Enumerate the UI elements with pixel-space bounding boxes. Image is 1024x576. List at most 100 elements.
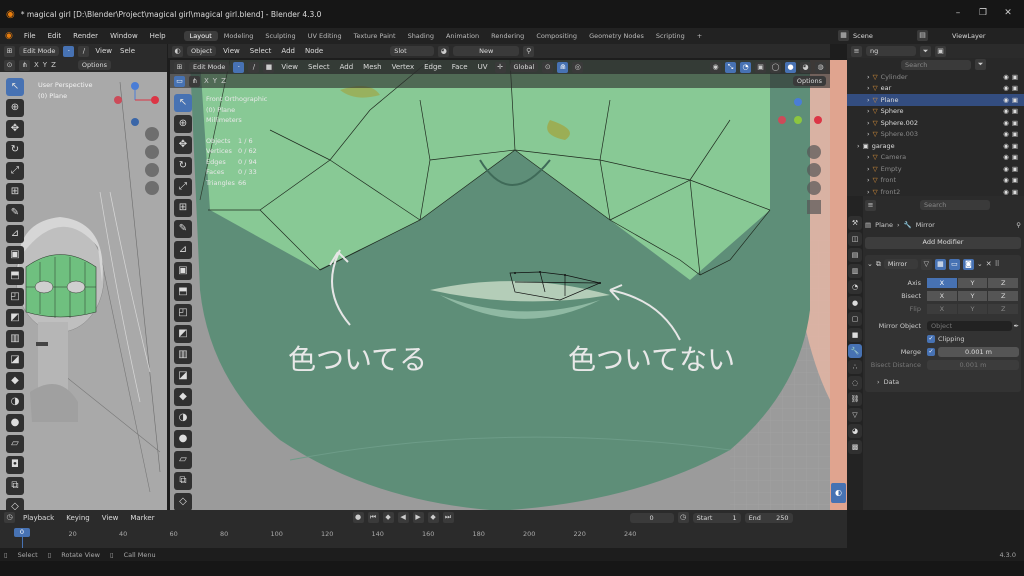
slot-dropdown[interactable]: Slot bbox=[390, 46, 435, 56]
outliner-row[interactable]: › ▽ Empty ◉ ▣ bbox=[847, 163, 1024, 175]
rip-tool-icon[interactable]: ◇ bbox=[174, 493, 192, 510]
axis-x-toggle[interactable]: X bbox=[927, 277, 957, 288]
add-workspace-button[interactable]: + bbox=[691, 31, 708, 41]
minimize-button[interactable]: – bbox=[952, 8, 964, 20]
left-spin-tool-icon[interactable]: ◑ bbox=[6, 393, 24, 411]
data-tab-icon[interactable]: ▽ bbox=[848, 408, 862, 422]
polybuild-tool-icon[interactable]: ◆ bbox=[174, 388, 192, 406]
inset-tool-icon[interactable]: ◰ bbox=[174, 304, 192, 322]
tab-texture-paint[interactable]: Texture Paint bbox=[348, 31, 402, 41]
render-camera-icon[interactable]: ▣ bbox=[1012, 176, 1024, 184]
xray-icon[interactable]: ▣ bbox=[755, 61, 766, 73]
left-shrink-tool-icon[interactable]: ◘ bbox=[6, 456, 24, 474]
gizmo-icon[interactable]: ⤡ bbox=[725, 61, 736, 73]
visibility-eye-icon[interactable]: ◉ bbox=[1003, 119, 1009, 127]
eyedropper-icon[interactable]: ✒ bbox=[1012, 322, 1019, 330]
smooth-tool-icon[interactable]: ● bbox=[174, 430, 192, 448]
edgeslide-tool-icon[interactable]: ▱ bbox=[174, 451, 192, 469]
pin-icon[interactable]: ⚲ bbox=[523, 45, 535, 57]
clipping-checkbox[interactable]: ✓ bbox=[927, 334, 935, 343]
visibility-eye-icon[interactable]: ◉ bbox=[1003, 84, 1009, 92]
left-shear-tool-icon[interactable]: ⧉ bbox=[6, 477, 24, 495]
view-layer-tab-icon[interactable]: ▥ bbox=[848, 264, 862, 278]
expand-chevron-icon[interactable]: › bbox=[867, 188, 870, 196]
main-viewport[interactable]: ⊞ Edit Mode · / ■ View Select Add Mesh V… bbox=[170, 60, 830, 510]
viewport-menu-mesh[interactable]: Mesh bbox=[360, 63, 384, 71]
rotate-tool-icon[interactable]: ↻ bbox=[174, 157, 192, 175]
start-frame-field[interactable]: Start 1 bbox=[692, 512, 741, 523]
outliner-filter-icon[interactable]: ⏷ bbox=[920, 45, 931, 57]
flip-z-toggle[interactable]: Z bbox=[988, 303, 1019, 314]
viewport-menu-vertex[interactable]: Vertex bbox=[389, 63, 418, 71]
left-select-menu[interactable]: Sele bbox=[118, 47, 137, 55]
outliner-type-icon[interactable]: ≡ bbox=[851, 45, 862, 57]
shading-material-icon[interactable]: ◕ bbox=[800, 61, 811, 73]
render-camera-icon[interactable]: ▣ bbox=[1012, 130, 1024, 138]
tab-rendering[interactable]: Rendering bbox=[485, 31, 530, 41]
edit-mode-toggle-icon[interactable]: ▽ bbox=[920, 258, 932, 270]
menu-edit[interactable]: Edit bbox=[42, 32, 68, 40]
outliner-filter-input[interactable]: ng bbox=[866, 46, 916, 56]
tool-tab-icon[interactable]: ⚒ bbox=[848, 216, 862, 230]
bevel-tool-icon[interactable]: ◩ bbox=[174, 325, 192, 343]
spin-tool-icon[interactable]: ◑ bbox=[174, 409, 192, 427]
playback-menu[interactable]: Playback bbox=[19, 514, 58, 522]
image-editor-strip[interactable]: ◐ bbox=[830, 60, 847, 510]
tab-sculpting[interactable]: Sculpting bbox=[259, 31, 301, 41]
data-subpanel-header[interactable]: › Data bbox=[867, 375, 1019, 388]
render-toggle-icon[interactable]: ◙ bbox=[962, 258, 974, 270]
visibility-eye-icon[interactable]: ◉ bbox=[1003, 130, 1009, 138]
expand-chevron-icon[interactable]: › bbox=[867, 73, 870, 81]
scene-tab-icon[interactable]: ◔ bbox=[848, 280, 862, 294]
visibility-eye-icon[interactable]: ◉ bbox=[1003, 96, 1009, 104]
tab-layout[interactable]: Layout bbox=[183, 31, 218, 41]
properties-pin-icon[interactable]: ⚲ bbox=[1016, 221, 1021, 229]
select-tool-icon[interactable]: ↖ bbox=[174, 94, 192, 112]
viewport-menu-uv[interactable]: UV bbox=[475, 63, 491, 71]
menu-render[interactable]: Render bbox=[67, 32, 104, 40]
mirror-axis-y[interactable]: Y bbox=[213, 77, 217, 85]
modifier-remove-icon[interactable]: ✕ bbox=[986, 260, 992, 268]
bisect-distance-field[interactable]: 0.001 m bbox=[927, 359, 1019, 370]
transform-pivot-icon[interactable]: ⋔ bbox=[189, 75, 200, 87]
mirror-axis-x[interactable]: X bbox=[204, 77, 209, 85]
render-camera-icon[interactable]: ▣ bbox=[1012, 188, 1024, 196]
tab-shading[interactable]: Shading bbox=[402, 31, 440, 41]
expand-chevron-icon[interactable]: › bbox=[857, 142, 860, 150]
move-tool-icon[interactable]: ✥ bbox=[174, 136, 192, 154]
left-axis-z[interactable]: Z bbox=[51, 61, 56, 69]
constraints-tab-icon[interactable]: ⛓ bbox=[848, 392, 862, 406]
render-camera-icon[interactable]: ▣ bbox=[1012, 142, 1024, 150]
overlay-icon[interactable]: ◔ bbox=[740, 61, 751, 73]
axis-z-toggle[interactable]: Z bbox=[988, 277, 1019, 288]
viewlayer-icon[interactable]: ▤ bbox=[917, 30, 928, 41]
outliner-search-input[interactable]: Search bbox=[901, 59, 971, 70]
node-editor-type-icon[interactable]: ◐ bbox=[172, 45, 183, 57]
edge-mode-icon[interactable]: / bbox=[248, 61, 260, 73]
add-modifier-button[interactable]: Add Modifier bbox=[865, 237, 1021, 249]
modifier-tab-icon[interactable]: 🔧 bbox=[848, 344, 862, 358]
outliner-row[interactable]: › ▽ Sphere ◉ ▣ bbox=[847, 106, 1024, 118]
end-frame-field[interactable]: End 250 bbox=[744, 512, 793, 523]
snap-toggle-icon[interactable]: ⋒ bbox=[557, 61, 569, 73]
outliner-new-collection-icon[interactable]: ▣ bbox=[935, 45, 946, 57]
timeline-editor-icon[interactable]: ◷ bbox=[4, 512, 15, 523]
left-rip-tool-icon[interactable]: ◇ bbox=[6, 498, 24, 510]
left-knife-tool-icon[interactable]: ◪ bbox=[6, 351, 24, 369]
pivot-point-icon[interactable]: ⊙ bbox=[542, 61, 554, 73]
node-node-menu[interactable]: Node bbox=[302, 47, 326, 55]
left-add-cube-tool-icon[interactable]: ▣ bbox=[6, 246, 24, 264]
left-bevel-tool-icon[interactable]: ◩ bbox=[6, 309, 24, 327]
menu-help[interactable]: Help bbox=[144, 32, 172, 40]
measure-tool-icon[interactable]: ⊿ bbox=[174, 241, 192, 259]
object-tab-icon[interactable]: ■ bbox=[848, 328, 862, 342]
viewlayer-name[interactable]: ViewLayer bbox=[932, 32, 986, 40]
tab-modeling[interactable]: Modeling bbox=[218, 31, 260, 41]
viewport-menu-edge[interactable]: Edge bbox=[421, 63, 445, 71]
proportional-edit-icon[interactable]: ◎ bbox=[572, 61, 584, 73]
modifier-menu-icon[interactable]: ⌄ bbox=[977, 260, 983, 268]
modifier-drag-handle-icon[interactable]: ⠿ bbox=[995, 260, 1000, 268]
left-inset-tool-icon[interactable]: ◰ bbox=[6, 288, 24, 306]
transform-tool-icon[interactable]: ⊞ bbox=[174, 199, 192, 217]
pivot-icon[interactable]: ⊙ bbox=[4, 59, 15, 71]
